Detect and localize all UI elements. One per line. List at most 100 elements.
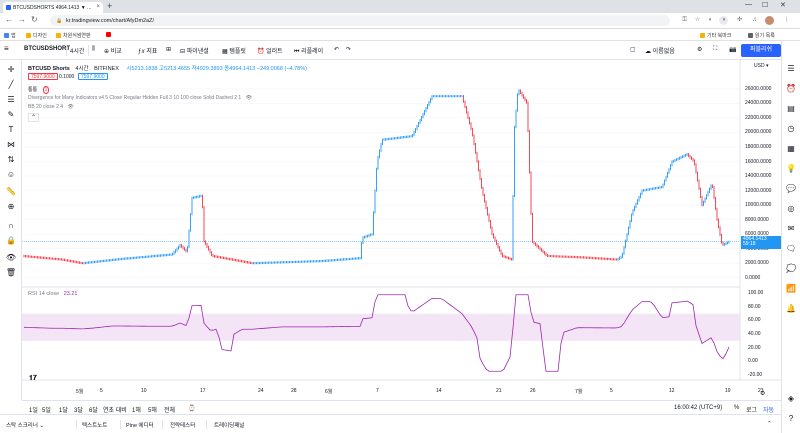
interval-button[interactable]: 4시간 [70,46,84,55]
brush-icon[interactable]: ✎ [5,109,17,121]
save-button[interactable]: ☁ 이름없음 [645,46,675,55]
bid-price[interactable]: 7597.9000 [28,73,58,80]
trash-icon[interactable]: 🗑 [5,267,17,279]
financials-button[interactable]: ⊟ 파이낸셜 [180,46,209,55]
ask-price[interactable]: 7597.9000 [78,73,108,80]
reading-list[interactable]: 읽기 목록 [748,32,775,39]
range-1y[interactable]: 1해 [132,405,141,414]
more-menu-icon[interactable]: ⋮ [782,16,791,25]
profile-avatar[interactable] [765,16,774,25]
ideas-icon[interactable]: 💡 [785,163,797,175]
tab-pine-editor[interactable]: Pine 에디터 [126,421,154,429]
range-ytd[interactable]: 연초 대비 [103,405,127,414]
range-5d[interactable]: 5일 [42,405,51,414]
zoom-icon[interactable]: ⊕ [5,201,17,213]
crosshair-icon[interactable]: ✛ [5,64,17,76]
browser-tab[interactable]: BTCUSDSHORTS 4964.1413 ▼ ... × [3,2,103,13]
data-window-icon[interactable]: ▤ [785,103,797,115]
range-1d[interactable]: 1일 [29,405,38,414]
close-tab-icon[interactable]: × [96,4,100,10]
watchlist-icon[interactable]: ☰ [785,63,797,75]
signal-icon[interactable]: 📶 [785,283,797,295]
range-5y[interactable]: 5해 [148,405,157,414]
chat-icon[interactable]: 💬 [785,183,797,195]
bookmark-other[interactable]: 기타 북마크 [700,32,731,39]
extension2-icon[interactable]: ◑ [719,16,728,25]
divergence-legend[interactable]: Divergence for Many Indicators v4 5 Clos… [28,95,252,101]
fullscreen-icon[interactable]: ⛶ [713,46,717,53]
date-range-icon[interactable]: ⌚ [188,405,195,412]
bb-legend[interactable]: BB 20 close 2 4 👁 [28,104,74,110]
tab-trading-panel[interactable]: 트레이딩패널 [214,421,244,429]
extension-icon[interactable]: ◐ [706,16,715,25]
puzzle-icon[interactable]: ✣ [735,16,744,25]
calendar-icon[interactable]: ▦ [785,143,797,155]
alerts-clock-icon[interactable]: ⏰ [785,83,797,95]
range-1m[interactable]: 1달 [59,405,68,414]
ruler-icon[interactable]: 📏 [5,186,17,198]
new-tab-button[interactable]: + [107,1,112,11]
snapshot-icon[interactable]: 📷 [729,46,736,53]
menu-icon[interactable]: ≡ [4,44,9,53]
reload-icon[interactable]: ↻ [31,15,38,24]
layout-icon[interactable]: ▢ [630,46,636,53]
pattern-icon[interactable]: ⋈ [5,139,17,151]
layers-icon[interactable]: ◈ [785,393,797,405]
chart-canvas[interactable] [22,60,781,400]
maximize-icon[interactable]: ☐ [762,1,768,9]
trendline-icon[interactable]: ╱ [5,79,17,91]
collapse-legend-icon[interactable]: ⌃ [28,113,40,122]
symbol-search[interactable]: BTCUSDSHORT [24,46,70,52]
log-toggle[interactable]: 로그 [746,405,757,414]
range-6m[interactable]: 6달 [89,405,98,414]
maximize-panel-icon[interactable]: ⌃ [767,421,772,427]
close-window-icon[interactable]: ✕ [780,1,786,9]
tab-strategy-tester[interactable]: 전략테스터 [170,421,195,429]
address-bar[interactable]: 🔒 kr.tradingview.com/chart/AfyDm2aZ/ [50,15,670,26]
bar-style-icon[interactable]: ⫼ [92,46,95,53]
star-icon[interactable]: ☆ [693,16,702,25]
streams-icon[interactable]: ◎ [785,203,797,215]
templates-button[interactable]: ▦ 템플릿 [222,46,246,55]
settings-icon[interactable]: ⚙ [697,46,702,53]
indicator-templates-icon[interactable]: ⊞ [166,46,171,53]
bookmark-folder[interactable]: 차원식썸연판 [56,32,91,39]
rsi-legend[interactable]: RSI 14 close 23.21 [28,291,77,297]
publish-button[interactable]: 퍼블리쉬 [741,44,781,57]
range-all[interactable]: 전체 [164,405,175,414]
bookmark-apps[interactable]: 앱 [4,32,16,39]
notes-icon[interactable]: ✉ [785,223,797,235]
auto-toggle[interactable]: 자동 [763,405,774,414]
symbol-legend[interactable]: BTCUSD Shorts 4시간 BITFINEX 시5213.1838 고5… [28,64,307,72]
forward-icon[interactable]: → [18,15,26,24]
eye-icon[interactable]: 👁 [67,104,73,110]
currency-label[interactable]: USD ▾ [754,63,768,69]
lock-drawing-icon[interactable]: 🔒 [5,235,17,247]
bookmark-design[interactable]: 디자인 [26,32,47,39]
hotlist-icon[interactable]: ◷ [785,123,797,135]
note-legend[interactable]: 통통 1 [28,86,50,94]
chart-settings-icon[interactable]: ⚙ [760,390,765,397]
fib-icon[interactable]: ☰ [5,94,17,106]
clock[interactable]: 16:00:42 (UTC+9) [674,405,722,411]
magnet-icon[interactable]: ∩ [5,220,17,232]
indicators-button[interactable]: ƒ𝑥 지표 [138,46,157,56]
prediction-icon[interactable]: ⇅ [5,154,17,166]
key-icon[interactable]: ⚿ [680,16,689,25]
back-icon[interactable]: ← [5,15,13,24]
eye-icon[interactable]: 👁 [246,95,252,101]
messages-icon[interactable]: 💭 [785,263,797,275]
visibility-icon[interactable]: 👁 [5,252,17,264]
minimize-icon[interactable]: — [745,1,752,8]
redo-icon[interactable]: ↷ [346,46,351,53]
tab-screener[interactable]: 스탁 스크리너 ⌄ [6,421,44,429]
range-3m[interactable]: 3달 [74,405,83,414]
tradingview-logo-icon[interactable]: 𝟏𝟕 [29,375,37,383]
help-icon[interactable]: ? [785,413,797,425]
undo-icon[interactable]: ↶ [334,46,339,53]
chat2-icon[interactable]: 🗨 [785,243,797,255]
tab-text-notes[interactable]: 텍스트노트 [82,421,107,429]
media-icon[interactable]: ♫ [750,16,759,25]
compare-button[interactable]: ⊕ 비교 [104,46,122,55]
alert-button[interactable]: ⏰ 얼러트 [257,46,283,55]
